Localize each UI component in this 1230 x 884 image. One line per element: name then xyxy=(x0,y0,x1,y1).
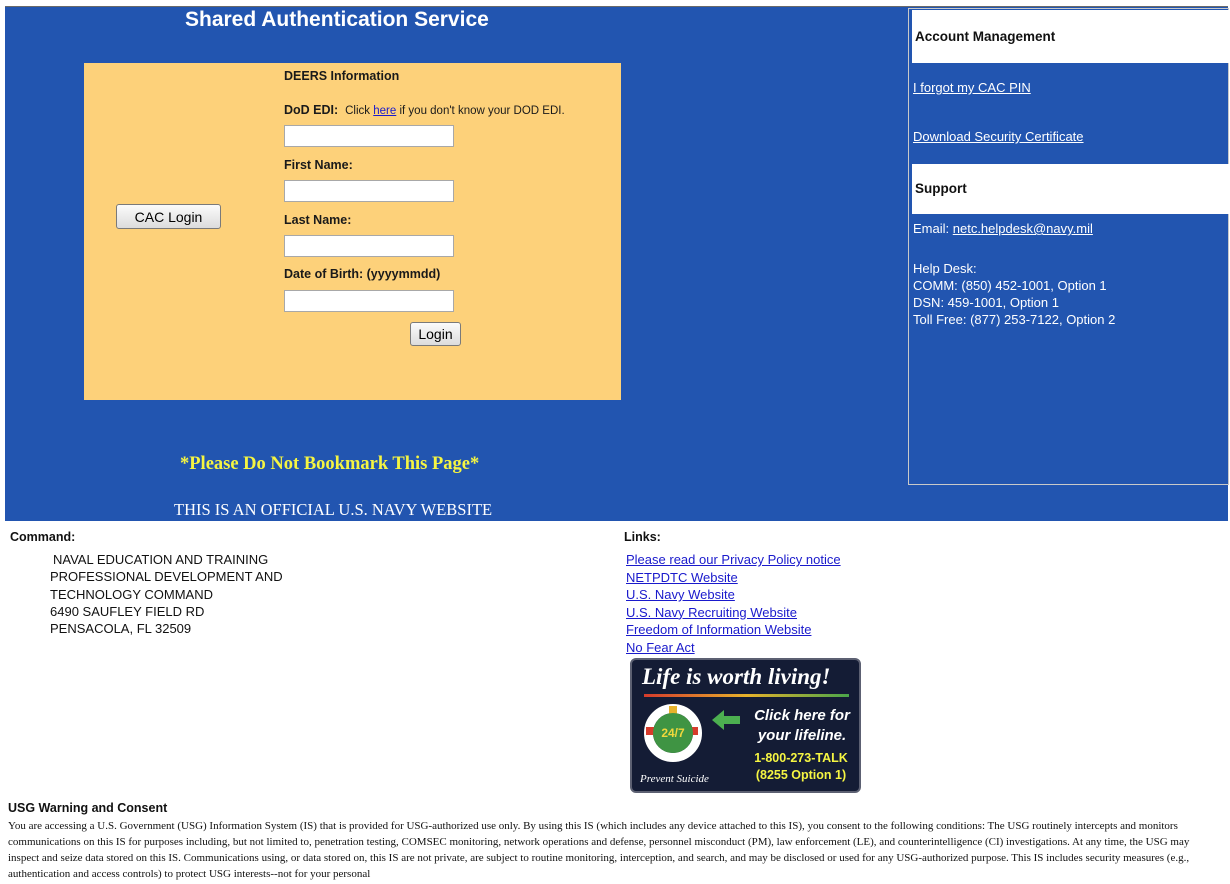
edi-hint-suffix: if you don't know your DOD EDI. xyxy=(399,105,565,117)
email-label: Email: xyxy=(913,221,950,236)
lifeline-phone: 1-800-273-TALK (8255 Option 1) xyxy=(742,750,859,784)
helpdesk-label: Help Desk: xyxy=(913,261,977,276)
support-email-row: Email: netc.helpdesk@navy.mil xyxy=(913,220,1093,237)
helpdesk-tollfree: Toll Free: (877) 253-7122, Option 2 xyxy=(913,312,1116,327)
foia-link[interactable]: Freedom of Information Website xyxy=(626,621,841,639)
support-heading: Support xyxy=(912,164,1229,214)
lifeline-click-line2: your lifeline. xyxy=(757,727,847,744)
prevent-suicide-text: Prevent Suicide xyxy=(640,773,709,785)
cac-login-button[interactable]: CAC Login xyxy=(116,204,221,229)
lifeline-underline xyxy=(644,694,849,697)
arrow-left-icon xyxy=(712,710,740,730)
bookmark-notice: *Please Do Not Bookmark This Page* xyxy=(180,454,480,474)
login-button[interactable]: Login xyxy=(410,322,461,346)
dob-label: Date of Birth: (yyyymmdd) xyxy=(284,267,441,281)
links-list: Please read our Privacy Policy notice NE… xyxy=(626,551,841,656)
first-name-label: First Name: xyxy=(284,158,353,172)
lifeline-phone-number: 1-800-273-TALK xyxy=(754,751,848,765)
download-certificate-link[interactable]: Download Security Certificate xyxy=(913,129,1084,144)
last-name-input[interactable] xyxy=(284,235,454,257)
forgot-pin-link[interactable]: I forgot my CAC PIN xyxy=(913,80,1031,95)
navy-recruiting-link[interactable]: U.S. Navy Recruiting Website xyxy=(626,604,841,622)
last-name-label: Last Name: xyxy=(284,213,352,227)
command-address: NAVAL EDUCATION AND TRAINING PROFESSIONA… xyxy=(50,551,283,637)
navy-website-link[interactable]: U.S. Navy Website xyxy=(626,586,841,604)
lifeline-title: Life is worth living! xyxy=(642,664,831,689)
edi-label: DoD EDI: xyxy=(284,103,339,117)
helpdesk-comm: COMM: (850) 452-1001, Option 1 xyxy=(913,278,1107,293)
privacy-policy-link[interactable]: Please read our Privacy Policy notice xyxy=(626,551,841,569)
lifeline-option: (8255 Option 1) xyxy=(755,768,847,782)
lifeline-call-to-action: Click here for your lifeline. xyxy=(742,706,859,746)
command-heading: Command: xyxy=(10,530,76,544)
links-heading: Links: xyxy=(624,530,661,544)
first-name-input[interactable] xyxy=(284,180,454,202)
account-management-heading: Account Management xyxy=(912,10,1229,63)
usg-warning-heading: USG Warning and Consent xyxy=(8,801,168,815)
helpdesk-info: Help Desk: COMM: (850) 452-1001, Option … xyxy=(913,260,1115,328)
edi-hint-prefix: Click xyxy=(345,105,371,117)
page: Shared Authentication Service CAC Login … xyxy=(0,0,1230,884)
dob-input[interactable] xyxy=(284,290,454,312)
deers-heading: DEERS Information xyxy=(284,69,400,83)
address-line: NAVAL EDUCATION AND TRAINING xyxy=(53,552,269,567)
top-border xyxy=(5,6,1228,7)
address-line: 6490 SAUFLEY FIELD RD xyxy=(50,603,205,619)
official-website-notice: THIS IS AN OFFICIAL U.S. NAVY WEBSITE xyxy=(174,500,493,519)
helpdesk-email-link[interactable]: netc.helpdesk@navy.mil xyxy=(953,221,1093,236)
usg-warning-body: You are accessing a U.S. Government (USG… xyxy=(8,820,1190,880)
address-line: PROFESSIONAL DEVELOPMENT AND xyxy=(50,569,283,585)
netpdtc-link[interactable]: NETPDTC Website xyxy=(626,569,841,587)
edi-hint: Click here if you don't know your DOD ED… xyxy=(345,105,565,117)
address-line: TECHNOLOGY COMMAND xyxy=(50,586,213,602)
ring-label: 24/7 xyxy=(653,713,693,753)
page-title: Shared Authentication Service xyxy=(185,8,489,31)
helpdesk-dsn: DSN: 459-1001, Option 1 xyxy=(913,295,1059,310)
address-line: PENSACOLA, FL 32509 xyxy=(50,621,192,637)
no-fear-act-link[interactable]: No Fear Act xyxy=(626,639,841,657)
edi-input[interactable] xyxy=(284,125,454,147)
suicide-prevention-banner[interactable]: Life is worth living! 24/7 Click here fo… xyxy=(630,658,861,793)
lifeline-click-line1: Click here for xyxy=(754,707,850,724)
edi-help-link[interactable]: here xyxy=(373,105,396,117)
edi-label-row: DoD EDI: Click here if you don't know yo… xyxy=(284,103,565,117)
